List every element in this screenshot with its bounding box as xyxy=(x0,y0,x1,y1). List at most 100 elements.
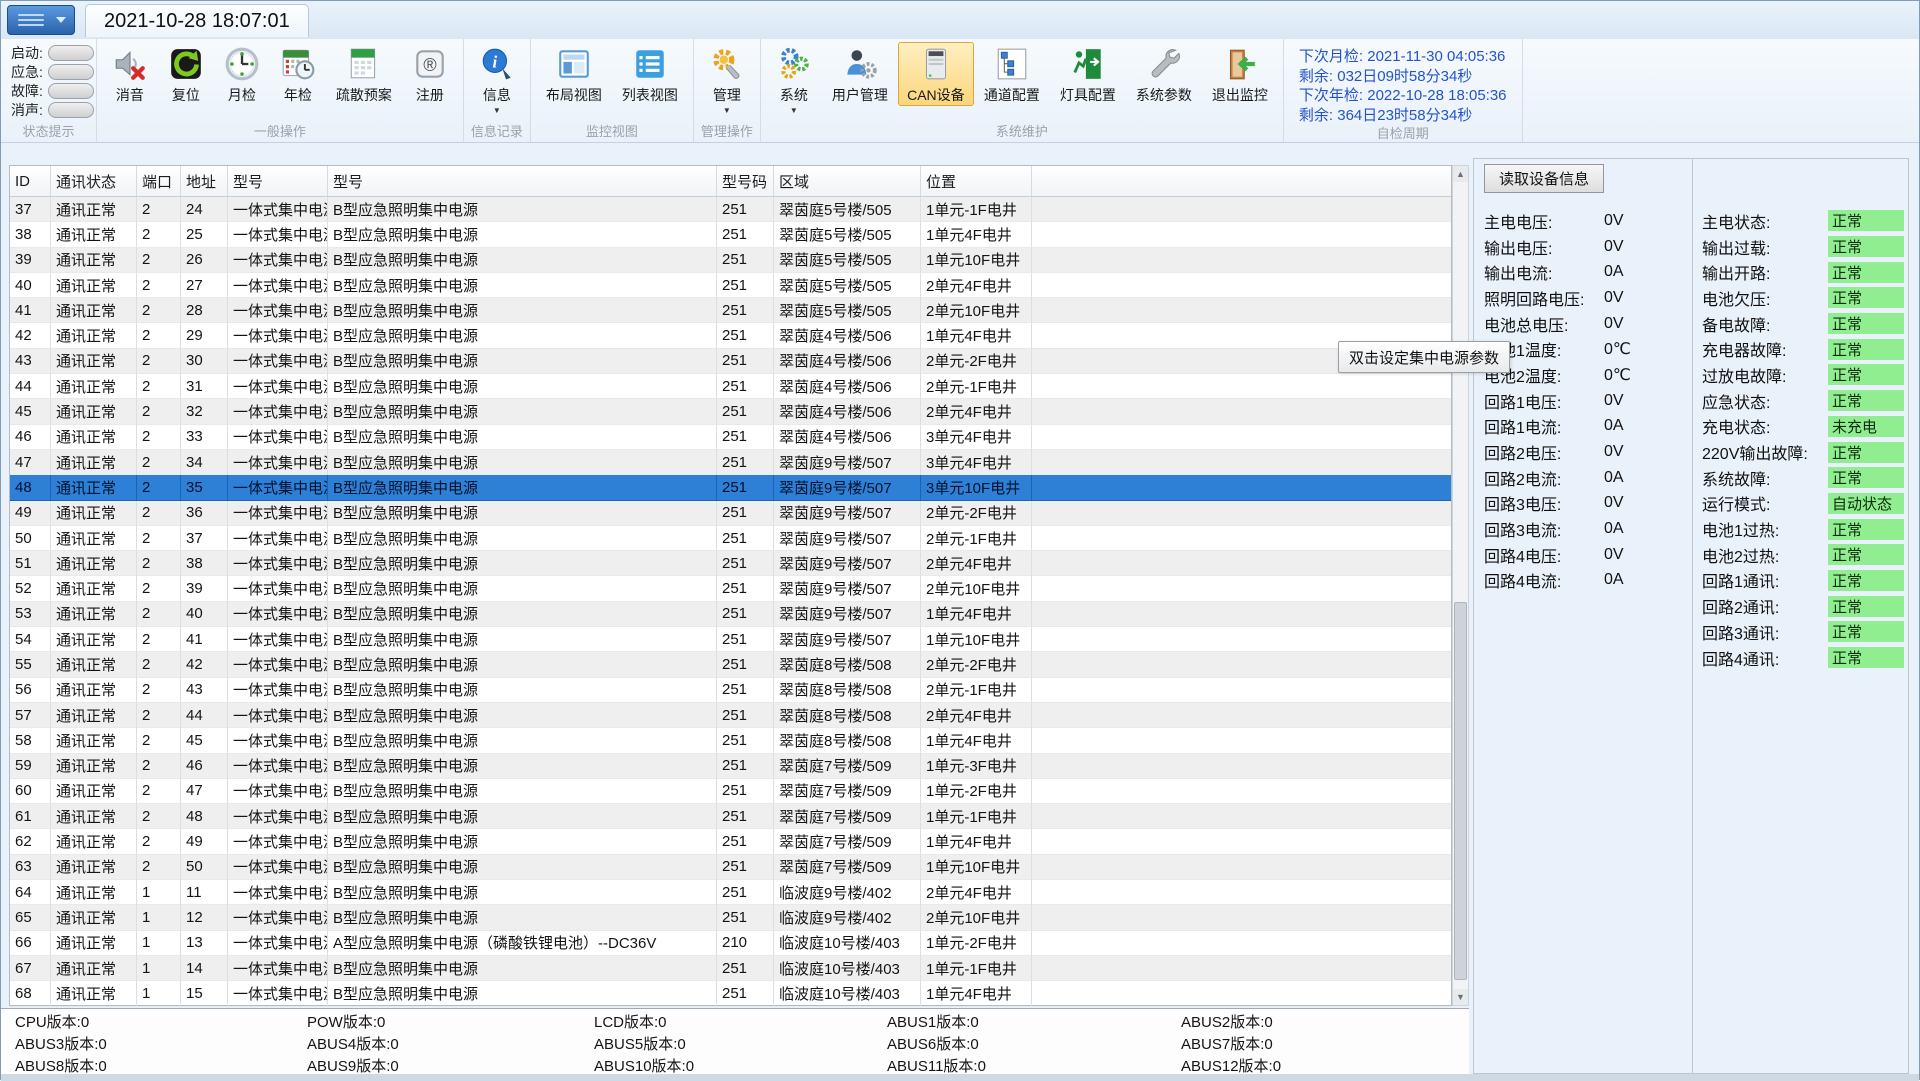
column-header-型号码[interactable]: 型号码 xyxy=(716,166,773,196)
table-row[interactable]: 62通讯正常249一体式集中电源B型应急照明集中电源251翠茵庭7号楼/5091… xyxy=(10,829,1451,854)
table-cell: 251 xyxy=(716,450,773,475)
table-row[interactable]: 55通讯正常242一体式集中电源B型应急照明集中电源251翠茵庭8号楼/5082… xyxy=(10,652,1451,677)
status-indicator-light xyxy=(48,45,94,61)
table-row[interactable]: 59通讯正常246一体式集中电源B型应急照明集中电源251翠茵庭7号楼/5091… xyxy=(10,754,1451,779)
datetime-tab[interactable]: 2021-10-28 18:07:01 xyxy=(85,4,309,37)
table-cell: 通讯正常 xyxy=(50,222,136,247)
table-cell: 39 xyxy=(10,248,50,273)
column-header-地址[interactable]: 地址 xyxy=(180,166,227,196)
sys-param-button[interactable]: 系统参数 xyxy=(1126,42,1202,106)
table-cell: B型应急照明集中电源 xyxy=(327,222,716,247)
can-device-button[interactable]: CAN设备 xyxy=(898,42,974,106)
table-row[interactable]: 42通讯正常229一体式集中电源B型应急照明集中电源251翠茵庭4号楼/5061… xyxy=(10,323,1451,348)
manage-button-label: 管理 xyxy=(713,85,741,105)
status-row: 系统故障:正常 xyxy=(1702,465,1904,491)
table-cell: 一体式集中电源 xyxy=(227,197,327,222)
scroll-down-arrow-icon[interactable]: ▼ xyxy=(1453,989,1468,1005)
user-manage-button[interactable]: 用户管理 xyxy=(822,42,898,106)
device-table: ID通讯状态端口地址型号型号型号码区域位置37通讯正常224一体式集中电源B型应… xyxy=(9,165,1452,1006)
table-row[interactable]: 48通讯正常235一体式集中电源B型应急照明集中电源251翠茵庭9号楼/5073… xyxy=(10,475,1451,500)
table-row[interactable]: 46通讯正常233一体式集中电源B型应急照明集中电源251翠茵庭4号楼/5063… xyxy=(10,425,1451,450)
table-row[interactable]: 64通讯正常111一体式集中电源B型应急照明集中电源251临波庭9号楼/4022… xyxy=(10,880,1451,905)
status-row: 回路3通讯:正常 xyxy=(1702,619,1904,645)
column-header-型号[interactable]: 型号 xyxy=(327,166,716,196)
table-row[interactable]: 39通讯正常226一体式集中电源B型应急照明集中电源251翠茵庭5号楼/5051… xyxy=(10,248,1451,273)
table-row[interactable]: 52通讯正常239一体式集中电源B型应急照明集中电源251翠茵庭9号楼/5072… xyxy=(10,576,1451,601)
scroll-up-arrow-icon[interactable]: ▲ xyxy=(1453,166,1468,182)
evacuation-plan-button[interactable]: 疏散预案 xyxy=(326,42,402,106)
register-button[interactable]: ®注册 xyxy=(402,42,458,106)
table-cell: 一体式集中电源 xyxy=(227,779,327,804)
table-row[interactable]: 57通讯正常244一体式集中电源B型应急照明集中电源251翠茵庭8号楼/5082… xyxy=(10,703,1451,728)
column-header-通讯状态[interactable]: 通讯状态 xyxy=(50,166,136,196)
table-row[interactable]: 47通讯正常234一体式集中电源B型应急照明集中电源251翠茵庭9号楼/5073… xyxy=(10,450,1451,475)
table-cell: B型应急照明集中电源 xyxy=(327,905,716,930)
table-cell: 一体式集中电源 xyxy=(227,880,327,905)
table-row[interactable]: 40通讯正常227一体式集中电源B型应急照明集中电源251翠茵庭5号楼/5052… xyxy=(10,273,1451,298)
monthly-check-button[interactable]: 月检 xyxy=(214,42,270,106)
table-row[interactable]: 67通讯正常114一体式集中电源B型应急照明集中电源251临波庭10号楼/403… xyxy=(10,956,1451,981)
table-row[interactable]: 58通讯正常245一体式集中电源B型应急照明集中电源251翠茵庭8号楼/5081… xyxy=(10,728,1451,753)
table-row[interactable]: 61通讯正常248一体式集中电源B型应急照明集中电源251翠茵庭7号楼/5091… xyxy=(10,804,1451,829)
chevron-down-icon: ▼ xyxy=(790,107,798,115)
layout-view-button[interactable]: 布局视图 xyxy=(536,42,612,106)
table-cell: 一体式集中电源 xyxy=(227,450,327,475)
channel-config-button[interactable]: 通道配置 xyxy=(974,42,1050,106)
column-header-型号[interactable]: 型号 xyxy=(227,166,327,196)
column-header-端口[interactable]: 端口 xyxy=(136,166,180,196)
table-cell: B型应急照明集中电源 xyxy=(327,248,716,273)
app-menu-button[interactable] xyxy=(7,5,75,35)
table-cell: 翠茵庭7号楼/509 xyxy=(773,779,920,804)
table-row[interactable]: 54通讯正常241一体式集中电源B型应急照明集中电源251翠茵庭9号楼/5071… xyxy=(10,627,1451,652)
table-row[interactable]: 60通讯正常247一体式集中电源B型应急照明集中电源251翠茵庭7号楼/5091… xyxy=(10,779,1451,804)
table-row[interactable]: 65通讯正常112一体式集中电源B型应急照明集中电源251临波庭9号楼/4022… xyxy=(10,905,1451,930)
reading-value: 0V xyxy=(1604,212,1624,230)
table-cell: 63 xyxy=(10,855,50,880)
list-view-button[interactable]: 列表视图 xyxy=(612,42,688,106)
reset-icon xyxy=(167,45,205,83)
table-row[interactable]: 43通讯正常230一体式集中电源B型应急照明集中电源251翠茵庭4号楼/5062… xyxy=(10,349,1451,374)
table-row[interactable]: 37通讯正常224一体式集中电源B型应急照明集中电源251翠茵庭5号楼/5051… xyxy=(10,197,1451,222)
table-cell: B型应急照明集中电源 xyxy=(327,576,716,601)
read-device-info-button[interactable]: 读取设备信息 xyxy=(1484,164,1604,193)
reading-row: 回路4电流:0A xyxy=(1484,568,1631,594)
table-cell: 251 xyxy=(716,652,773,677)
table-cell: 一体式集中电源 xyxy=(227,829,327,854)
table-row[interactable]: 50通讯正常237一体式集中电源B型应急照明集中电源251翠茵庭9号楼/5072… xyxy=(10,526,1451,551)
table-cell: B型应急照明集中电源 xyxy=(327,652,716,677)
table-row[interactable]: 44通讯正常231一体式集中电源B型应急照明集中电源251翠茵庭4号楼/5062… xyxy=(10,374,1451,399)
table-cell: B型应急照明集中电源 xyxy=(327,273,716,298)
table-row[interactable]: 66通讯正常113一体式集中电源A型应急照明集中电源（磷酸铁锂电池）--DC36… xyxy=(10,931,1451,956)
table-cell: 31 xyxy=(180,374,227,399)
table-cell: 65 xyxy=(10,905,50,930)
table-cell-filler xyxy=(1031,880,1451,905)
lamp-config-button[interactable]: 灯具配置 xyxy=(1050,42,1126,106)
table-cell: 通讯正常 xyxy=(50,248,136,273)
table-cell: B型应急照明集中电源 xyxy=(327,703,716,728)
annual-check-button[interactable]: 年检 xyxy=(270,42,326,106)
table-cell: 1 xyxy=(136,956,180,981)
reset-button[interactable]: 复位 xyxy=(158,42,214,106)
table-row[interactable]: 53通讯正常240一体式集中电源B型应急照明集中电源251翠茵庭9号楼/5071… xyxy=(10,602,1451,627)
table-row[interactable]: 63通讯正常250一体式集中电源B型应急照明集中电源251翠茵庭7号楼/5091… xyxy=(10,855,1451,880)
exit-monitor-button[interactable]: 退出监控 xyxy=(1202,42,1278,106)
status-row: 电池欠压:正常 xyxy=(1702,285,1904,311)
info-button[interactable]: i信息▼ xyxy=(469,42,525,116)
table-row[interactable]: 45通讯正常232一体式集中电源B型应急照明集中电源251翠茵庭4号楼/5062… xyxy=(10,399,1451,424)
manage-button[interactable]: 管理▼ xyxy=(699,42,755,116)
column-header-位置[interactable]: 位置 xyxy=(920,166,1031,196)
mute-button[interactable]: 消音 xyxy=(102,42,158,106)
column-header-ID[interactable]: ID xyxy=(10,166,50,196)
table-row[interactable]: 51通讯正常238一体式集中电源B型应急照明集中电源251翠茵庭9号楼/5072… xyxy=(10,551,1451,576)
vertical-scrollbar[interactable]: ▲ ▼ xyxy=(1452,165,1469,1006)
table-row[interactable]: 38通讯正常225一体式集中电源B型应急照明集中电源251翠茵庭5号楼/5051… xyxy=(10,222,1451,247)
table-row[interactable]: 49通讯正常236一体式集中电源B型应急照明集中电源251翠茵庭9号楼/5072… xyxy=(10,501,1451,526)
scrollbar-thumb[interactable] xyxy=(1454,602,1467,980)
table-cell: 38 xyxy=(10,222,50,247)
table-row[interactable]: 68通讯正常115一体式集中电源B型应急照明集中电源251临波庭10号楼/403… xyxy=(10,981,1451,1006)
column-header-区域[interactable]: 区域 xyxy=(773,166,920,196)
table-row[interactable]: 41通讯正常228一体式集中电源B型应急照明集中电源251翠茵庭5号楼/5052… xyxy=(10,298,1451,323)
table-row[interactable]: 56通讯正常243一体式集中电源B型应急照明集中电源251翠茵庭8号楼/5082… xyxy=(10,678,1451,703)
table-cell: 48 xyxy=(10,475,50,500)
system-button[interactable]: 系统▼ xyxy=(766,42,822,116)
